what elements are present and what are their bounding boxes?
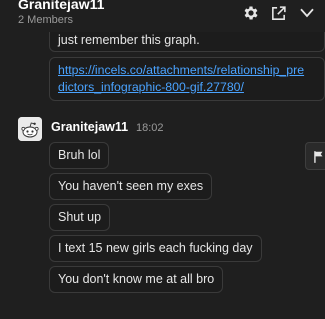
message-text: You haven't seen my exes xyxy=(58,179,204,193)
popout-icon[interactable] xyxy=(270,5,287,22)
attachment-link[interactable]: https://incels.co/attachments/relationsh… xyxy=(58,63,304,94)
chat-message: I text 15 new girls each fucking day xyxy=(49,235,262,262)
chat-message: Shut up xyxy=(49,204,111,231)
flag-icon xyxy=(314,151,323,163)
gear-icon[interactable] xyxy=(242,4,260,22)
chat-message: You haven't seen my exes xyxy=(49,173,213,200)
message-text: Bruh lol xyxy=(58,148,101,162)
message-text: just remember this graph. xyxy=(58,33,200,47)
message-text: Shut up xyxy=(58,210,102,224)
link-line-2: dictors_infographic-800-gif.27780/ xyxy=(58,80,244,94)
chevron-down-icon[interactable] xyxy=(297,4,317,22)
message-text: You don't know me at all bro xyxy=(58,272,215,286)
reddit-snoo-icon xyxy=(18,117,42,141)
link-line-1: https://incels.co/attachments/relationsh… xyxy=(58,63,305,77)
message-bubble-link: https://incels.co/attachments/relationsh… xyxy=(49,57,325,101)
message-text: I text 15 new girls each fucking day xyxy=(58,241,253,255)
message-author[interactable]: Granitejaw11 xyxy=(51,120,128,134)
avatar[interactable] xyxy=(18,117,42,141)
chat-message: Bruh lol xyxy=(49,142,110,169)
member-count: 2 Members xyxy=(18,14,74,26)
chat-header: Granitejaw11 2 Members xyxy=(0,0,325,32)
chat-message: You don't know me at all bro xyxy=(49,266,224,293)
report-button[interactable] xyxy=(305,142,325,170)
chat-title: Granitejaw11 xyxy=(18,0,105,12)
header-actions xyxy=(242,2,317,24)
message-timestamp: 18:02 xyxy=(136,122,164,134)
